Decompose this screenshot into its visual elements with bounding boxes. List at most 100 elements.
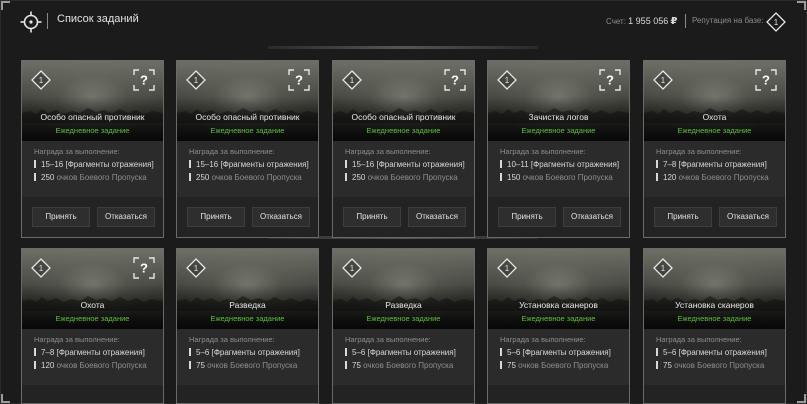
task-card[interactable]: 1 Разведка Ежедневное задание Награда за вы… — [332, 248, 475, 404]
points-value: 75 — [507, 361, 516, 370]
card-actions: Принять Отказаться — [333, 197, 474, 237]
decline-button[interactable]: Отказаться — [719, 207, 777, 227]
points-value: 75 — [196, 361, 205, 370]
level-value: 1 — [194, 76, 199, 85]
task-card[interactable]: 1? Охота Ежедневное задание Награда за выпо… — [21, 248, 164, 404]
reward-item-name: [Фрагменты отражения] — [522, 348, 611, 357]
level-diamond-icon: 1 — [31, 70, 51, 90]
task-image: 1? Зачистка логов Ежедневное задание — [488, 61, 629, 141]
reputation-level-badge: 1 — [766, 12, 786, 32]
task-title: Установка сканеров — [519, 300, 598, 310]
bullet-bar — [656, 160, 658, 168]
task-card[interactable]: 1? Зачистка логов Ежедневное задание Наград… — [487, 60, 630, 238]
svg-text:?: ? — [140, 261, 148, 276]
corner-decoration — [797, 394, 806, 403]
bullet-bar — [500, 160, 502, 168]
question-icon[interactable]: ? — [133, 69, 155, 91]
task-card[interactable]: 1? Охота Ежедневное задание Награда за выпо… — [643, 60, 786, 238]
reward-range: 15–16 — [41, 160, 64, 169]
header: Список заданий Счет: 1 955 056 ₽ Репутац… — [0, 0, 807, 44]
bullet-bar — [345, 160, 347, 168]
level-value: 1 — [39, 76, 44, 85]
task-card[interactable]: 1? Особо опасный противник Ежедневное зада… — [176, 60, 319, 238]
decline-button[interactable]: Отказаться — [97, 207, 155, 227]
balance-value: 1 955 056 — [628, 16, 669, 26]
bullet-bar — [345, 348, 347, 356]
task-image: 1 Разведка Ежедневное задание — [333, 249, 474, 329]
task-title: Особо опасный противник — [40, 112, 145, 122]
level-diamond-icon: 1 — [31, 258, 51, 278]
reward-item: 7–8 [Фрагменты отражения] — [656, 160, 767, 169]
question-icon[interactable]: ? — [288, 69, 310, 91]
points-value: 75 — [352, 361, 361, 370]
reward-item: 15–16 [Фрагменты отражения] — [189, 160, 309, 169]
card-actions: Принять Отказаться — [488, 197, 629, 237]
bullet-bar — [500, 361, 502, 369]
accept-button[interactable]: Принять — [654, 207, 712, 227]
balance-label: Счет: — [606, 17, 626, 26]
reward-title: Награда за выполнение: — [34, 335, 120, 344]
accept-button[interactable]: Принять — [187, 207, 245, 227]
svg-text:?: ? — [295, 73, 303, 88]
reward-item: 5–6 [Фрагменты отражения] — [500, 348, 611, 357]
points-label: очков Боевого Пропуска — [211, 173, 302, 182]
accept-button[interactable]: Принять — [343, 207, 401, 227]
question-icon[interactable]: ? — [444, 69, 466, 91]
task-type: Ежедневное задание — [55, 314, 130, 323]
reward-range: 5–6 — [663, 348, 677, 357]
decline-button[interactable]: Отказаться — [252, 207, 310, 227]
points-value: 250 — [196, 173, 210, 182]
reward-item: 15–16 [Фрагменты отражения] — [34, 160, 154, 169]
reward-item: 5–6 [Фрагменты отражения] — [656, 348, 767, 357]
level-diamond-icon: 1 — [342, 70, 362, 90]
reward-item: 10–11 [Фрагменты отражения] — [500, 160, 619, 169]
accept-button[interactable]: Принять — [32, 207, 90, 227]
reward-item-name: [Фрагменты отражения] — [367, 348, 456, 357]
accept-button[interactable]: Принять — [498, 207, 556, 227]
task-title: Разведка — [229, 300, 266, 310]
task-type: Ежедневное задание — [210, 126, 285, 135]
task-image: 1 Установка сканеров Ежедневное задание — [644, 249, 785, 329]
header-divider — [47, 13, 48, 29]
task-card[interactable]: 1? Особо опасный противник Ежедневное зада… — [332, 60, 475, 238]
task-type: Ежедневное задание — [366, 314, 441, 323]
reward-title: Награда за выполнение: — [345, 147, 431, 156]
points-label: очков Боевого Пропуска — [674, 361, 765, 370]
bullet-bar — [500, 173, 502, 181]
bullet-bar — [189, 348, 191, 356]
page-title: Список заданий — [57, 13, 139, 25]
reward-item: 5–6 [Фрагменты отражения] — [345, 348, 456, 357]
question-icon[interactable]: ? — [133, 257, 155, 279]
reward-points: 120 очков Боевого Пропуска — [656, 173, 769, 182]
level-value: 1 — [350, 264, 355, 273]
reward-section: Награда за выполнение: 5–6 [Фрагменты отр… — [488, 329, 629, 385]
decline-button[interactable]: Отказаться — [408, 207, 466, 227]
task-card[interactable]: 1? Особо опасный противник Ежедневное зада… — [21, 60, 164, 238]
reward-points: 150 очков Боевого Пропуска — [500, 173, 613, 182]
reward-title: Награда за выполнение: — [189, 147, 275, 156]
reward-title: Награда за выполнение: — [345, 335, 431, 344]
reward-range: 7–8 — [663, 160, 677, 169]
bullet-bar — [656, 361, 658, 369]
task-title: Особо опасный противник — [351, 112, 456, 122]
reward-section: Награда за выполнение: 15–16 [Фрагменты о… — [333, 141, 474, 197]
task-image: 1 Разведка Ежедневное задание — [177, 249, 318, 329]
task-title: Охота — [80, 300, 105, 310]
points-label: очков Боевого Пропуска — [678, 173, 769, 182]
reward-item-name: [Фрагменты отражения] — [65, 160, 154, 169]
decline-button[interactable]: Отказаться — [563, 207, 621, 227]
task-card[interactable]: 1 Установка сканеров Ежедневное задание Наг… — [643, 248, 786, 404]
reward-points: 75 очков Боевого Пропуска — [656, 361, 764, 370]
task-title: Разведка — [385, 300, 422, 310]
question-icon[interactable]: ? — [755, 69, 777, 91]
level-value: 1 — [194, 264, 199, 273]
task-card[interactable]: 1 Установка сканеров Ежедневное задание Наг… — [487, 248, 630, 404]
task-card[interactable]: 1 Разведка Ежедневное задание Награда за вы… — [176, 248, 319, 404]
points-value: 250 — [352, 173, 366, 182]
reward-points: 250 очков Боевого Пропуска — [189, 173, 302, 182]
reward-range: 7–8 — [41, 348, 55, 357]
question-icon[interactable]: ? — [599, 69, 621, 91]
bullet-bar — [500, 348, 502, 356]
level-diamond-icon: 1 — [497, 258, 517, 278]
points-value: 75 — [663, 361, 672, 370]
